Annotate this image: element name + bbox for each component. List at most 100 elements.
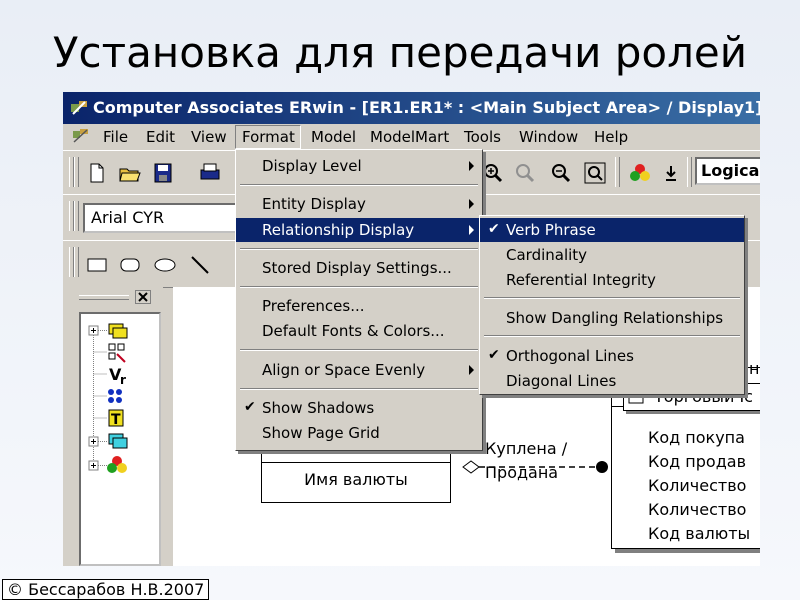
menu-item-referential-integrity[interactable]: Referential Integrity	[480, 268, 744, 292]
toolbar-grip[interactable]	[74, 247, 79, 277]
zoom-fit-icon[interactable]	[583, 161, 607, 185]
window-titlebar[interactable]: Computer Associates ERwin - [ER1.ER1* : …	[63, 92, 760, 124]
submenu-arrow-icon	[469, 225, 474, 235]
submenu-arrow-icon	[469, 199, 474, 209]
download-arrow-icon[interactable]	[659, 161, 683, 185]
menu-separator	[484, 335, 740, 337]
menu-item-label: Cardinality	[506, 246, 588, 264]
ellipse-tool-icon[interactable]	[153, 253, 177, 277]
entity-attribute: Количество	[648, 500, 747, 519]
menu-item-cardinality[interactable]: Cardinality	[480, 243, 744, 267]
tree-icons: Vr T	[88, 323, 128, 473]
menu-item-orthogonal-lines[interactable]: ✔ Orthogonal Lines	[480, 344, 744, 368]
erwin-window: Computer Associates ERwin - [ER1.ER1* : …	[63, 92, 760, 566]
menu-help[interactable]: Help	[594, 128, 628, 146]
menu-item-label: Orthogonal Lines	[506, 347, 634, 365]
toolbar-grip[interactable]	[74, 201, 79, 231]
close-icon[interactable]	[135, 290, 151, 304]
menu-item-align-space-evenly[interactable]: Align or Space Evenly	[236, 358, 482, 382]
erwin-app-icon	[71, 101, 87, 115]
relationship-verb-phrase-1: Куплена /	[485, 439, 568, 458]
menu-item-label: Default Fonts & Colors...	[262, 322, 445, 340]
menu-item-label: Stored Display Settings...	[262, 259, 452, 277]
rectangle-tool-icon[interactable]	[85, 253, 109, 277]
open-folder-icon[interactable]	[118, 161, 142, 185]
menu-item-verb-phrase[interactable]: ✔ Verb Phrase	[480, 218, 744, 242]
view-level-combo[interactable]: Logica	[695, 157, 760, 185]
currency-entity[interactable]: Имя валюты	[261, 452, 451, 503]
menu-item-display-level[interactable]: Display Level	[236, 154, 482, 178]
toolbar-separator	[687, 157, 692, 187]
menu-model[interactable]: Model	[311, 128, 356, 146]
print-icon[interactable]	[198, 161, 222, 185]
svg-text:r: r	[120, 373, 126, 387]
submenu-arrow-icon	[469, 365, 474, 375]
menu-item-show-dangling-relationships[interactable]: Show Dangling Relationships	[480, 306, 744, 330]
menu-item-default-fonts-colors[interactable]: Default Fonts & Colors...	[236, 319, 482, 343]
window-title: Computer Associates ERwin - [ER1.ER1* : …	[93, 98, 760, 117]
entity-attribute-list: Код покупа Код продав Количество Количес…	[648, 426, 750, 546]
menu-item-show-shadows[interactable]: ✔ Show Shadows	[236, 396, 482, 420]
menu-item-label: Entity Display	[262, 195, 366, 213]
toolbar-separator	[615, 157, 620, 187]
menu-item-label: Relationship Display	[262, 221, 415, 239]
menu-modelmart[interactable]: ModelMart	[370, 128, 449, 146]
relationship-display-submenu: ✔ Verb Phrase Cardinality Referential In…	[479, 215, 745, 395]
svg-text:T: T	[111, 412, 121, 428]
menubar: File Edit View Format Model ModelMart To…	[63, 124, 760, 150]
checkmark-icon: ✔	[488, 221, 500, 237]
line-tool-icon[interactable]	[188, 253, 212, 277]
menu-item-relationship-display[interactable]: Relationship Display	[236, 218, 482, 242]
menu-item-label: Display Level	[262, 157, 362, 175]
rounded-rectangle-tool-icon[interactable]	[118, 253, 142, 277]
menu-format[interactable]: Format	[242, 128, 295, 146]
menu-item-stored-display-settings[interactable]: Stored Display Settings...	[236, 256, 482, 280]
entity-key-area	[262, 452, 450, 463]
menu-item-diagonal-lines[interactable]: Diagonal Lines	[480, 369, 744, 393]
menu-item-preferences[interactable]: Preferences...	[236, 294, 482, 318]
entity-header-fragment: нк	[749, 359, 760, 378]
save-icon[interactable]	[151, 161, 175, 185]
menu-separator	[240, 248, 478, 250]
document-system-icon[interactable]	[71, 127, 91, 145]
menu-item-label: Referential Integrity	[506, 271, 656, 289]
menu-separator	[240, 349, 478, 351]
menu-item-label: Align or Space Evenly	[262, 361, 426, 379]
menu-separator	[240, 184, 478, 186]
menu-item-label: Show Dangling Relationships	[506, 309, 724, 327]
checkmark-icon: ✔	[488, 347, 500, 363]
entity-attribute: Код продав	[648, 452, 746, 471]
menu-separator	[240, 286, 478, 288]
color-palette-icon[interactable]	[628, 161, 652, 185]
menu-tools[interactable]: Tools	[464, 128, 501, 146]
menu-item-label: Diagonal Lines	[506, 372, 617, 390]
zoom-disabled-icon[interactable]	[513, 161, 537, 185]
entity-attribute: Имя валюты	[304, 470, 408, 489]
menu-item-entity-display[interactable]: Entity Display	[236, 192, 482, 216]
menu-edit[interactable]: Edit	[146, 128, 175, 146]
menu-item-label: Preferences...	[262, 297, 365, 315]
slide-title: Установка для передачи ролей	[52, 28, 748, 77]
submenu-arrow-icon	[469, 161, 474, 171]
menu-view[interactable]: View	[191, 128, 227, 146]
model-tree: Vr T	[79, 312, 161, 566]
zoom-in-icon[interactable]	[481, 161, 505, 185]
entity-attribute: Количество	[648, 476, 747, 495]
menu-item-show-page-grid[interactable]: Show Page Grid	[236, 421, 482, 445]
panel-grip[interactable]	[79, 295, 129, 300]
menu-file[interactable]: File	[103, 128, 128, 146]
format-menu: Display Level Entity Display Relationshi…	[235, 149, 483, 451]
expand-plus-icon	[88, 325, 99, 336]
menu-separator	[484, 297, 740, 299]
menu-separator	[240, 388, 478, 390]
copyright-notice: © Бессарабов Н.В.2007	[2, 579, 210, 600]
entity-attribute: Код покупа	[648, 428, 745, 447]
menu-window[interactable]: Window	[519, 128, 578, 146]
font-name-combo[interactable]: Arial CYR	[83, 203, 238, 233]
menu-item-label: Show Shadows	[262, 399, 375, 417]
relationship-verb-phrase-2: Продана	[485, 463, 559, 482]
menu-item-label: Show Page Grid	[262, 424, 380, 442]
zoom-out-icon[interactable]	[549, 161, 573, 185]
new-file-icon[interactable]	[85, 161, 109, 185]
toolbar-grip[interactable]	[74, 157, 79, 187]
